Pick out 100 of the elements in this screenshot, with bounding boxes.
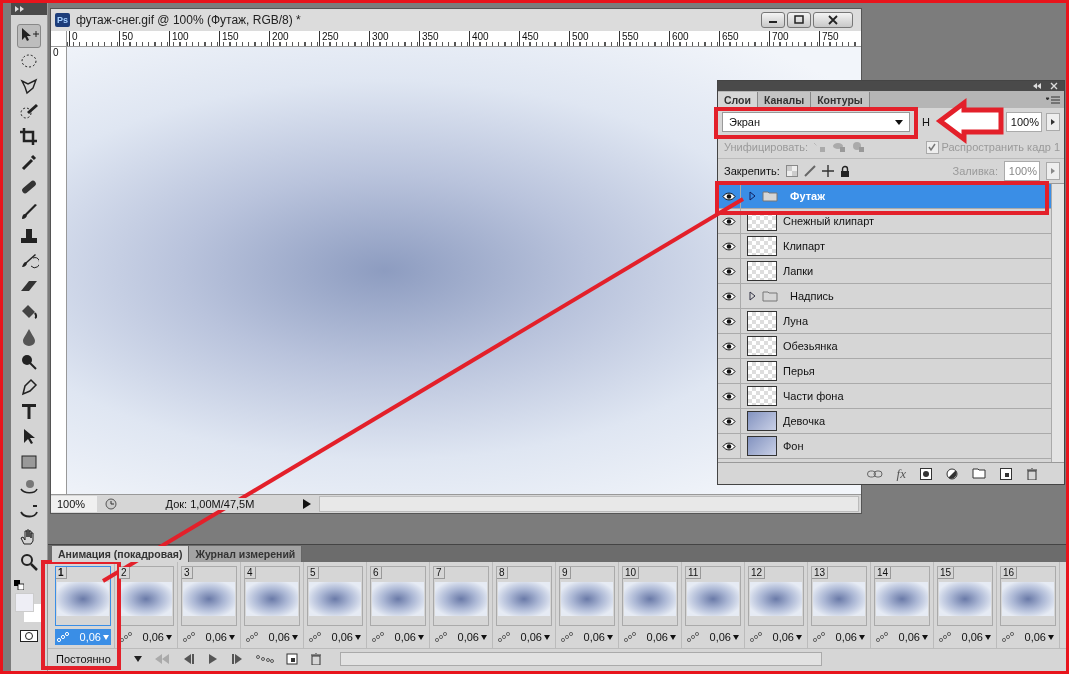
layer-row[interactable]: Девочка bbox=[718, 409, 1051, 434]
trash-icon[interactable] bbox=[1026, 467, 1038, 480]
collapse-icon[interactable] bbox=[15, 6, 25, 12]
frame-delay[interactable]: 0,06 bbox=[205, 631, 227, 643]
frame-delay[interactable]: 0,06 bbox=[142, 631, 164, 643]
default-colors-icon[interactable] bbox=[14, 580, 24, 590]
fill-field[interactable]: 100% bbox=[1004, 161, 1040, 181]
caret-icon[interactable] bbox=[292, 634, 298, 640]
trash-icon[interactable] bbox=[310, 653, 322, 665]
expand-arrow-icon[interactable] bbox=[749, 191, 756, 201]
new-layer-icon[interactable] bbox=[1000, 467, 1012, 480]
frame-delay[interactable]: 0,06 bbox=[646, 631, 668, 643]
frame-delay[interactable]: 0,06 bbox=[1024, 631, 1046, 643]
layer-row[interactable]: Фон bbox=[718, 434, 1051, 459]
caret-icon[interactable] bbox=[922, 634, 928, 640]
fill-slider-button[interactable] bbox=[1046, 162, 1060, 180]
layer-thumbnail bbox=[747, 386, 777, 406]
panel-tab[interactable]: Контуры bbox=[811, 92, 870, 108]
layer-row[interactable]: Луна bbox=[718, 309, 1051, 334]
vertical-scrollbar[interactable] bbox=[1051, 184, 1064, 462]
frame-delay[interactable]: 0,06 bbox=[898, 631, 920, 643]
mask-icon[interactable] bbox=[920, 467, 932, 480]
panel-tab[interactable]: Слои bbox=[718, 92, 758, 108]
propagate-checkbox[interactable] bbox=[925, 140, 939, 154]
expand-arrow-icon[interactable] bbox=[749, 291, 756, 301]
eye-icon bbox=[722, 391, 736, 401]
loop-option[interactable]: Постоянно bbox=[56, 653, 122, 665]
layer-name: Части фона bbox=[783, 390, 844, 402]
frame-delay[interactable]: 0,06 bbox=[520, 631, 542, 643]
frame-delay[interactable]: 0,06 bbox=[709, 631, 731, 643]
horizontal-scrollbar[interactable] bbox=[340, 652, 822, 666]
frame-number: 6 bbox=[371, 567, 382, 579]
frame-number: 3 bbox=[182, 567, 193, 579]
zoom-field[interactable]: 100% bbox=[51, 496, 97, 512]
adjustment-layer-icon[interactable] bbox=[946, 467, 958, 480]
move-tool-icon[interactable] bbox=[17, 24, 41, 48]
close-button[interactable] bbox=[813, 12, 853, 28]
ruler-label: 200 bbox=[269, 31, 319, 46]
caret-icon[interactable] bbox=[607, 634, 613, 640]
caret-icon[interactable] bbox=[859, 634, 865, 640]
collapse-icon[interactable] bbox=[1032, 83, 1042, 89]
frame-delay[interactable]: 0,06 bbox=[268, 631, 290, 643]
caret-icon[interactable] bbox=[1048, 634, 1054, 640]
color-swatches-icon[interactable] bbox=[15, 593, 43, 623]
opacity-field[interactable]: 100% bbox=[1006, 112, 1042, 132]
quick-mask-icon[interactable] bbox=[20, 630, 38, 642]
lock-brush-icon[interactable] bbox=[803, 165, 816, 177]
dots-icon bbox=[1002, 632, 1014, 642]
layer-row[interactable]: Клипарт bbox=[718, 234, 1051, 259]
crop-tool-icon[interactable] bbox=[18, 126, 40, 148]
horizontal-scrollbar[interactable] bbox=[319, 496, 859, 512]
blend-mode-dropdown[interactable]: Экран bbox=[722, 112, 910, 132]
lock-transparency-icon[interactable] bbox=[785, 165, 798, 177]
lock-icon[interactable] bbox=[839, 165, 850, 177]
clock-icon[interactable] bbox=[105, 498, 117, 510]
frame-delay[interactable]: 0,06 bbox=[835, 631, 857, 643]
opacity-slider-button[interactable] bbox=[1046, 113, 1060, 131]
layer-row[interactable]: Снежный клипарт bbox=[718, 209, 1051, 234]
caret-icon[interactable] bbox=[733, 634, 739, 640]
caret-icon[interactable] bbox=[544, 634, 550, 640]
layer-row[interactable]: Надпись bbox=[718, 284, 1051, 309]
minimize-button[interactable] bbox=[761, 12, 785, 28]
caret-icon[interactable] bbox=[166, 634, 172, 640]
panel-menu-icon[interactable] bbox=[1046, 96, 1060, 104]
layer-row[interactable]: Обезьянка bbox=[718, 334, 1051, 359]
caret-icon[interactable] bbox=[418, 634, 424, 640]
frame-number: 8 bbox=[497, 567, 508, 579]
caret-icon[interactable] bbox=[481, 634, 487, 640]
frame-delay[interactable]: 0,06 bbox=[457, 631, 479, 643]
panel-tab[interactable]: Журнал измерений bbox=[189, 546, 303, 562]
layer-style-button[interactable]: fx bbox=[896, 465, 906, 482]
frame-delay[interactable]: 0,06 bbox=[583, 631, 605, 643]
maximize-button[interactable] bbox=[787, 12, 811, 28]
caret-icon[interactable] bbox=[796, 634, 802, 640]
zoom-tool-icon[interactable] bbox=[18, 551, 40, 573]
new-frame-icon[interactable] bbox=[286, 653, 298, 665]
previous-frame-icon[interactable] bbox=[182, 654, 196, 664]
lock-move-icon[interactable] bbox=[821, 165, 834, 177]
layer-row[interactable]: Части фона bbox=[718, 384, 1051, 409]
caret-icon[interactable] bbox=[134, 656, 142, 662]
caret-icon[interactable] bbox=[355, 634, 361, 640]
frame-delay[interactable]: 0,06 bbox=[394, 631, 416, 643]
panel-tab[interactable]: Анимация (покадровая) bbox=[52, 546, 190, 562]
layer-row[interactable]: Лапки bbox=[718, 259, 1051, 284]
play-icon[interactable] bbox=[208, 654, 218, 664]
tween-icon[interactable] bbox=[256, 655, 274, 663]
frame-delay[interactable]: 0,06 bbox=[961, 631, 983, 643]
close-icon[interactable] bbox=[1050, 82, 1058, 90]
caret-icon[interactable] bbox=[229, 634, 235, 640]
panel-tab[interactable]: Каналы bbox=[758, 92, 812, 108]
play-arrow-icon[interactable] bbox=[303, 499, 311, 509]
arrow-right-icon bbox=[1051, 168, 1055, 174]
layer-row[interactable]: Перья bbox=[718, 359, 1051, 384]
link-icon[interactable] bbox=[866, 469, 883, 478]
folder-icon[interactable] bbox=[972, 468, 986, 479]
caret-icon[interactable] bbox=[670, 634, 676, 640]
caret-icon[interactable] bbox=[985, 634, 991, 640]
frame-delay[interactable]: 0,06 bbox=[331, 631, 353, 643]
next-frame-icon[interactable] bbox=[230, 654, 244, 664]
frame-delay[interactable]: 0,06 bbox=[772, 631, 794, 643]
